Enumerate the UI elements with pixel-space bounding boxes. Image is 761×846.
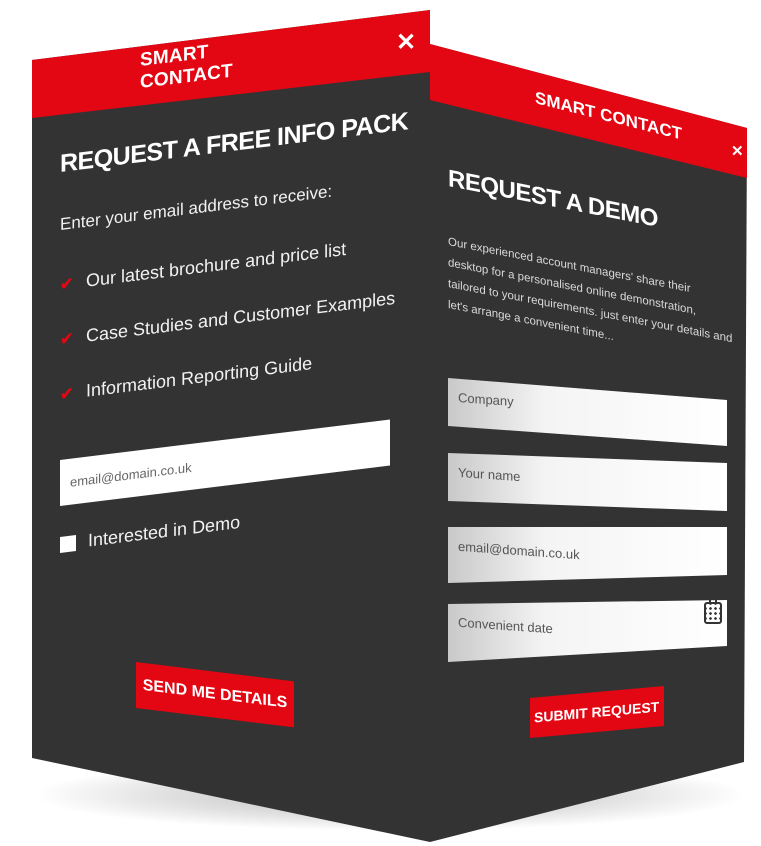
check-icon: ✔ (60, 384, 74, 404)
benefit-list: ✔ Our latest brochure and price list ✔ C… (60, 214, 410, 422)
check-icon: ✔ (60, 329, 74, 349)
benefit-label: Information Reporting Guide (86, 353, 313, 401)
close-icon[interactable]: ✕ (731, 142, 744, 160)
date-placeholder: Convenient date (458, 614, 553, 637)
info-pack-content: REQUEST A FREE INFO PACK Enter your emai… (60, 107, 410, 555)
name-placeholder: Your name (458, 464, 521, 485)
demo-interest-checkbox[interactable] (60, 534, 76, 553)
demo-email-placeholder: email@domain.co.uk (458, 538, 580, 563)
calendar-icon[interactable] (704, 599, 722, 624)
submit-request-label: SUBMIT REQUEST (534, 698, 660, 726)
email-placeholder: email@domain.co.uk (70, 459, 192, 490)
close-icon[interactable]: ✕ (396, 31, 416, 55)
demo-email-field[interactable]: email@domain.co.uk (448, 527, 727, 583)
check-icon: ✔ (60, 274, 74, 294)
smart-contact-scene: SMART CONTACT ✕ REQUEST A FREE INFO PACK… (0, 0, 761, 846)
email-field[interactable]: email@domain.co.uk (60, 419, 390, 506)
company-placeholder: Company (458, 390, 514, 409)
